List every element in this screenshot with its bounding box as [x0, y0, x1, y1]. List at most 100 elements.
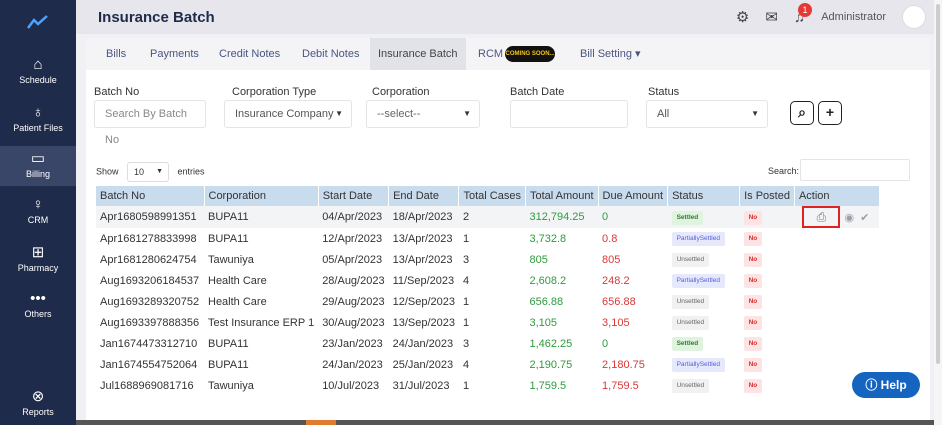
column-header[interactable]: Is Posted	[739, 186, 795, 206]
eye-icon[interactable]: ◉	[844, 211, 854, 224]
corporation-cell: Test Insurance ERP 1	[208, 316, 315, 329]
add-button[interactable]: +	[818, 101, 842, 125]
posted-badge: No	[743, 316, 763, 330]
column-header[interactable]: Total Cases	[458, 186, 526, 206]
coming-soon-badge: COMING SOON...	[505, 46, 556, 63]
scroll-thumb[interactable]	[936, 4, 940, 364]
total-cases-cell: 1	[462, 316, 470, 329]
billing-icon: ▭	[30, 150, 46, 167]
avatar[interactable]	[902, 5, 926, 29]
due-amount-cell: 3,105	[602, 316, 630, 329]
sidebar-item-pharmacy[interactable]: ⊞ Pharmacy	[0, 240, 76, 280]
batch-no-cell: Aug1693206184537	[100, 274, 200, 287]
total-amount-cell: 3,732.8	[529, 232, 567, 245]
sidebar-item-billing[interactable]: ▭ Billing	[0, 146, 76, 186]
status-badge: Unsettled	[671, 295, 710, 309]
end-date-cell: 25/Jan/2023	[392, 358, 454, 371]
bell-icon[interactable]: ♫ 1	[794, 2, 812, 26]
check-icon[interactable]: ✔	[860, 211, 869, 224]
entries-label: entries	[177, 166, 205, 177]
posted-cell: No	[739, 206, 795, 228]
status-cell: PartiallySettled	[668, 228, 740, 249]
total-amount-cell: 2,190.75	[529, 358, 573, 371]
column-header[interactable]: Due Amount	[598, 186, 669, 206]
tab-payments[interactable]: Payments	[150, 38, 199, 70]
corporation-cell: BUPA11	[208, 358, 249, 371]
user-name[interactable]: Administrator	[821, 11, 886, 23]
corporation-cell: Tawuniya	[208, 379, 254, 392]
help-button[interactable]: ⓘ Help	[852, 372, 920, 398]
posted-badge: No	[743, 253, 763, 267]
print-button[interactable]: ⎙	[802, 206, 841, 228]
settings-icon[interactable]: ⚙	[736, 8, 749, 26]
column-header[interactable]: Status	[667, 186, 741, 206]
end-date-cell: 13/Apr/2023	[392, 232, 453, 245]
tab-insurance-batch[interactable]: Insurance Batch	[370, 38, 466, 70]
posted-badge: No	[743, 274, 763, 288]
table-header-row: Batch No Corporation Start Date End Date…	[96, 186, 880, 206]
due-amount-cell: 656.88	[602, 295, 636, 308]
total-amount-cell: 805	[529, 253, 548, 266]
mail-icon[interactable]: ✉	[765, 8, 778, 26]
status-badge: PartiallySettled	[671, 358, 725, 372]
batch-no-input[interactable]: Search By Batch No	[94, 100, 206, 146]
trend-line-icon[interactable]	[0, 0, 76, 44]
tab-debit-notes[interactable]: Debit Notes	[302, 38, 359, 70]
table-row[interactable]: Jul1688969081716 Tawuniya 10/Jul/2023 31…	[96, 375, 879, 396]
corporation-label: Corporation	[372, 86, 430, 98]
table-row[interactable]: Aug1693289320752 Health Care 29/Aug/2023…	[96, 291, 879, 312]
status-value: All	[657, 108, 670, 120]
column-header[interactable]: Corporation	[204, 186, 319, 206]
batch-date-input[interactable]	[510, 100, 628, 128]
batch-no-cell: Apr1681280624754	[100, 253, 197, 266]
table-row[interactable]: Jan1674554752064 BUPA11 24/Jan/2023 25/J…	[96, 354, 879, 375]
column-header[interactable]: Action	[794, 186, 880, 206]
total-cases-cell: 1	[462, 295, 470, 308]
end-date-cell: 24/Jan/2023	[392, 337, 454, 350]
corporation-type-select[interactable]: Insurance Company ▼	[224, 100, 352, 128]
corporation-cell: BUPA11	[204, 206, 319, 228]
sidebar-item-schedule[interactable]: ⌂ Schedule	[0, 52, 76, 92]
posted-cell: No	[740, 249, 795, 270]
entries-select[interactable]: 10 ▼	[127, 162, 170, 182]
total-cases-cell: 3	[462, 253, 470, 266]
bottom-bar-segment	[306, 420, 336, 425]
corporation-cell: Health Care	[208, 295, 267, 308]
page-title: Insurance Batch	[98, 8, 215, 26]
table-row[interactable]: Aug1693206184537 Health Care 28/Aug/2023…	[96, 270, 879, 291]
batch-no-label: Batch No	[94, 86, 140, 98]
tab-bill-setting[interactable]: Bill Setting ▾	[580, 38, 641, 70]
printer-icon: ⎙	[816, 210, 827, 224]
column-header[interactable]: End Date	[388, 186, 460, 206]
sidebar: ⌂ Schedule ♁ Patient Files ▭ Billing ♀ C…	[0, 0, 76, 425]
batch-no-cell: Jan1674554752064	[100, 358, 198, 371]
due-amount-cell: 1,759.5	[602, 379, 639, 392]
sidebar-item-others[interactable]: ••• Others	[0, 286, 76, 326]
tab-credit-notes[interactable]: Credit Notes	[219, 38, 280, 70]
table-row[interactable]: Apr1681278833998 BUPA11 12/Apr/2023 13/A…	[96, 228, 879, 249]
table-row[interactable]: Aug1693397888356 Test Insurance ERP 1 30…	[96, 312, 879, 333]
action-cell	[794, 249, 879, 270]
column-header[interactable]: Batch No	[96, 186, 205, 206]
due-amount-cell: 248.2	[602, 274, 630, 287]
table-search-label: Search:	[768, 166, 800, 176]
tab-rcm[interactable]: RCM COMING SOON...	[478, 38, 556, 70]
sidebar-item-reports[interactable]: ⊗ Reports	[0, 384, 76, 424]
search-button[interactable]: ⌕	[790, 101, 814, 125]
tab-bills[interactable]: Bills	[106, 38, 126, 70]
table-row[interactable]: Apr1680598991351 BUPA11 04/Apr/2023 18/A…	[96, 206, 880, 228]
table-row[interactable]: Apr1681280624754 Tawuniya 05/Apr/2023 13…	[96, 249, 879, 270]
posted-cell: No	[740, 312, 795, 333]
sidebar-item-crm[interactable]: ♀ CRM	[0, 192, 76, 232]
table-row[interactable]: Jan1674473312710 BUPA11 23/Jan/2023 24/J…	[96, 333, 879, 354]
corporation-cell: BUPA11	[208, 232, 249, 245]
status-select[interactable]: All ▼	[646, 100, 768, 128]
action-cell	[794, 333, 879, 354]
table-search-input[interactable]	[800, 159, 910, 181]
corporation-select[interactable]: --select-- ▼	[366, 100, 480, 128]
scrollbar[interactable]	[934, 0, 942, 425]
sidebar-item-patient-files[interactable]: ♁ Patient Files	[0, 100, 76, 140]
status-badge: Unsettled	[671, 316, 710, 330]
column-header[interactable]: Total Amount	[525, 186, 599, 206]
column-header[interactable]: Start Date	[318, 186, 390, 206]
